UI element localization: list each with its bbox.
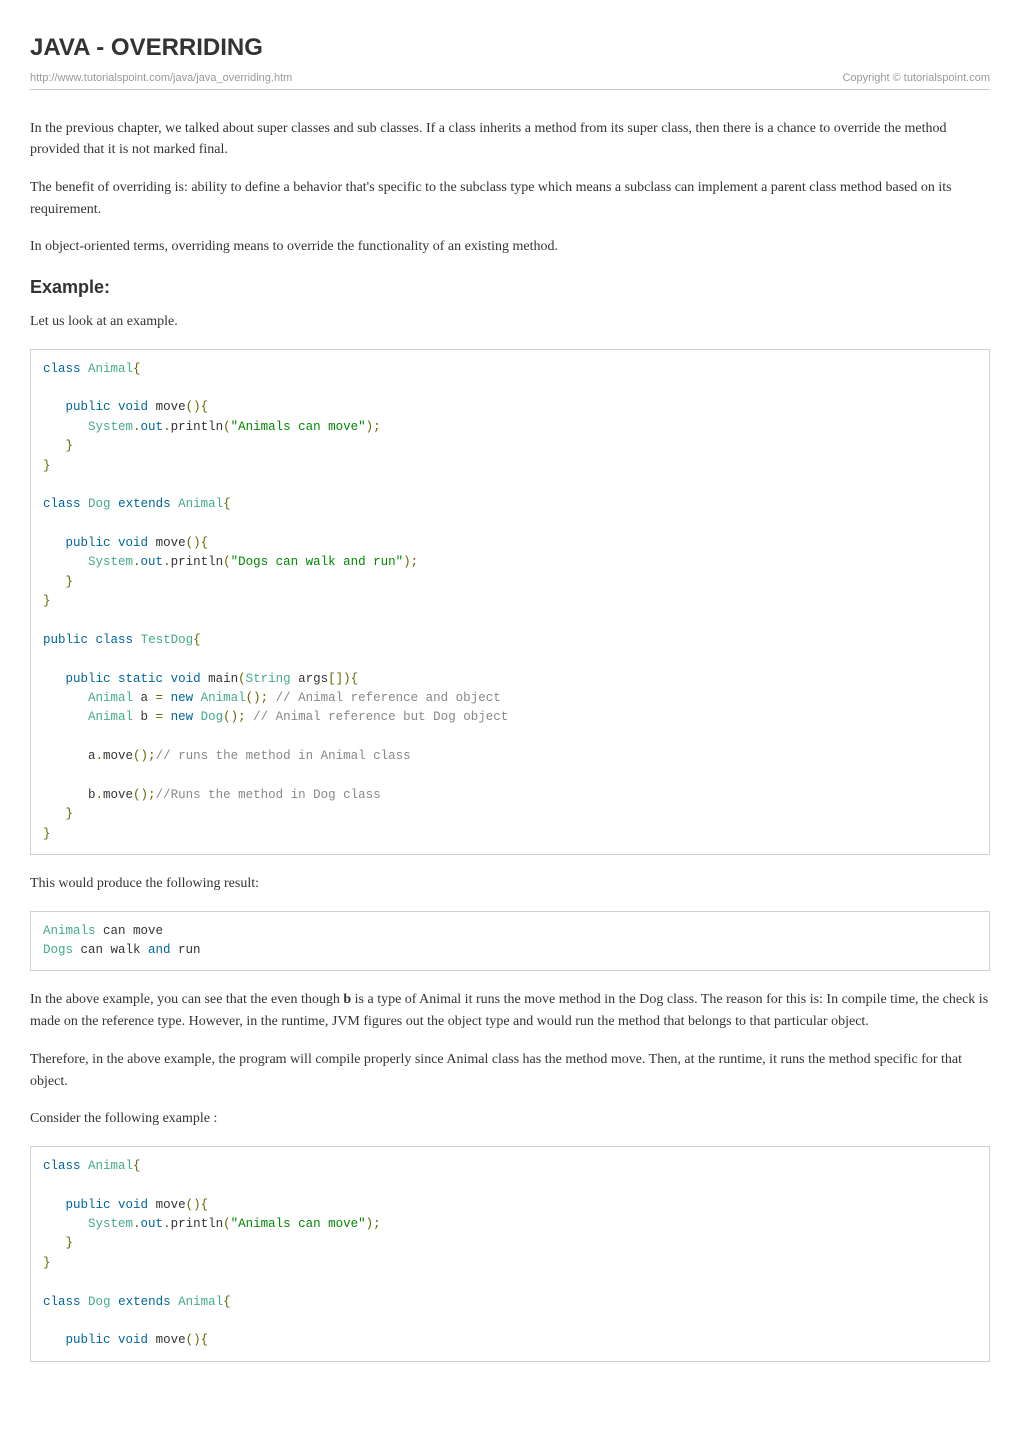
title-divider bbox=[30, 89, 990, 90]
page-title: JAVA - OVERRIDING bbox=[30, 30, 990, 66]
copyright-text: Copyright © tutorialspoint.com bbox=[842, 70, 990, 87]
source-url-link[interactable]: http://www.tutorialspoint.com/java/java_… bbox=[30, 70, 292, 87]
intro-paragraph-2: The benefit of overriding is: ability to… bbox=[30, 177, 990, 220]
code-block-1: class Animal{ public void move(){ System… bbox=[30, 349, 990, 855]
example-intro: Let us look at an example. bbox=[30, 311, 990, 333]
intro-paragraph-1: In the previous chapter, we talked about… bbox=[30, 118, 990, 161]
intro-paragraph-3: In object-oriented terms, overriding mea… bbox=[30, 236, 990, 258]
url-bar: http://www.tutorialspoint.com/java/java_… bbox=[30, 70, 990, 87]
explain-bold-b: b bbox=[343, 992, 351, 1007]
explain-pre: In the above example, you can see that t… bbox=[30, 992, 343, 1007]
example-heading: Example: bbox=[30, 274, 990, 301]
explain-paragraph-1: In the above example, you can see that t… bbox=[30, 989, 990, 1032]
explain-paragraph-2: Therefore, in the above example, the pro… bbox=[30, 1049, 990, 1092]
output-block-1: Animals can move Dogs can walk and run bbox=[30, 911, 990, 972]
consider-text: Consider the following example : bbox=[30, 1108, 990, 1130]
code-block-2: class Animal{ public void move(){ System… bbox=[30, 1146, 990, 1362]
result-intro: This would produce the following result: bbox=[30, 873, 990, 895]
